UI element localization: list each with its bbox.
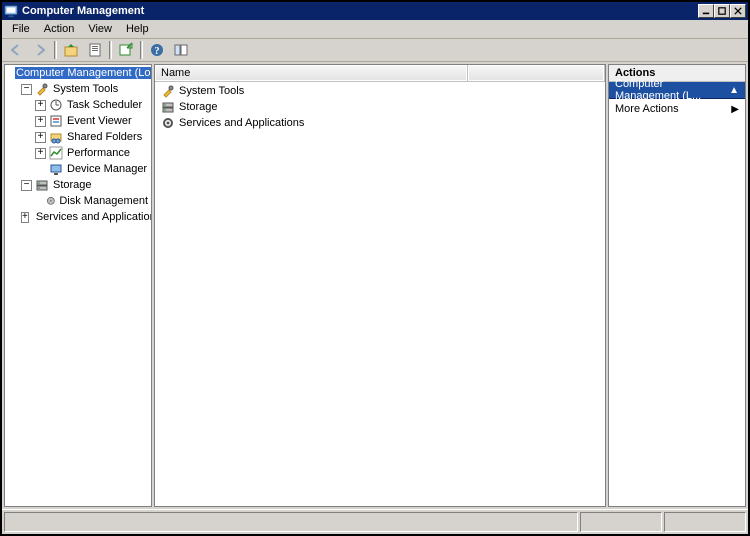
column-header-empty[interactable] bbox=[468, 65, 605, 82]
expand-icon[interactable]: + bbox=[35, 100, 46, 111]
tree-system-tools[interactable]: − System Tools bbox=[7, 81, 149, 97]
expand-icon[interactable]: + bbox=[35, 116, 46, 127]
status-well bbox=[664, 512, 746, 532]
tree-label: Performance bbox=[66, 147, 131, 159]
tree-label: Shared Folders bbox=[66, 131, 143, 143]
actions-section-header[interactable]: Computer Management (L... ▲ bbox=[609, 82, 745, 99]
tools-icon bbox=[161, 84, 175, 98]
tree-event-viewer[interactable]: + Event Viewer bbox=[7, 113, 149, 129]
properties-button[interactable] bbox=[83, 39, 107, 61]
back-button[interactable] bbox=[4, 39, 28, 61]
export-list-button[interactable] bbox=[114, 39, 138, 61]
menu-file[interactable]: File bbox=[6, 22, 38, 36]
toolbar: ? bbox=[2, 39, 748, 62]
menu-view[interactable]: View bbox=[82, 22, 120, 36]
device-manager-icon bbox=[49, 162, 63, 176]
menu-help[interactable]: Help bbox=[120, 22, 157, 36]
app-icon bbox=[4, 4, 18, 18]
console-tree[interactable]: Computer Management (Local) − System Too… bbox=[5, 65, 151, 225]
tree-storage[interactable]: − Storage bbox=[7, 177, 149, 193]
list-item[interactable]: Storage bbox=[157, 99, 603, 115]
storage-icon bbox=[35, 178, 49, 192]
tree-services-and-applications[interactable]: + Services and Applications bbox=[7, 209, 149, 225]
expand-icon[interactable]: + bbox=[35, 132, 46, 143]
tree-shared-folders[interactable]: + Shared Folders bbox=[7, 129, 149, 145]
tree-noexpander bbox=[35, 196, 43, 207]
performance-icon bbox=[49, 146, 63, 160]
menubar: File Action View Help bbox=[2, 20, 748, 39]
window-title: Computer Management bbox=[22, 5, 698, 17]
tree-root-label: Computer Management (Local) bbox=[15, 67, 152, 79]
close-button[interactable] bbox=[730, 4, 746, 18]
tree-label: Disk Management bbox=[58, 195, 149, 207]
help-button[interactable]: ? bbox=[145, 39, 169, 61]
tree-noexpander bbox=[35, 164, 46, 175]
tree-label: Device Manager bbox=[66, 163, 148, 175]
menu-action[interactable]: Action bbox=[38, 22, 83, 36]
titlebar[interactable]: Computer Management bbox=[2, 2, 748, 20]
tree-label: Task Scheduler bbox=[66, 99, 143, 111]
show-hide-console-tree-button[interactable] bbox=[169, 39, 193, 61]
up-button[interactable] bbox=[59, 39, 83, 61]
list-item-label: System Tools bbox=[179, 85, 244, 97]
mmc-window: Computer Management File Action View Hel… bbox=[0, 0, 750, 536]
clock-icon bbox=[49, 98, 63, 112]
tree-label: Storage bbox=[52, 179, 93, 191]
tree-label: Event Viewer bbox=[66, 115, 133, 127]
tree-task-scheduler[interactable]: + Task Scheduler bbox=[7, 97, 149, 113]
tree-label: System Tools bbox=[52, 83, 119, 95]
collapse-icon[interactable]: − bbox=[21, 84, 32, 95]
tools-icon bbox=[35, 82, 49, 96]
tree-performance[interactable]: + Performance bbox=[7, 145, 149, 161]
services-icon bbox=[161, 116, 175, 130]
result-list-pane: Name System Tools Storage Services and A… bbox=[154, 64, 606, 507]
collapse-up-icon: ▲ bbox=[729, 85, 739, 96]
list-item[interactable]: System Tools bbox=[157, 83, 603, 99]
list-item-label: Services and Applications bbox=[179, 117, 304, 129]
expand-icon[interactable]: + bbox=[21, 212, 29, 223]
list-header-row: Name bbox=[155, 65, 605, 81]
tree-device-manager[interactable]: Device Manager bbox=[7, 161, 149, 177]
toolbar-separator bbox=[140, 41, 143, 59]
list-item[interactable]: Services and Applications bbox=[157, 115, 603, 131]
disk-management-icon bbox=[46, 194, 56, 208]
tree-root[interactable]: Computer Management (Local) bbox=[7, 65, 149, 81]
console-tree-pane: Computer Management (Local) − System Too… bbox=[4, 64, 152, 507]
maximize-button[interactable] bbox=[714, 4, 730, 18]
toolbar-separator bbox=[109, 41, 112, 59]
event-viewer-icon bbox=[49, 114, 63, 128]
chevron-right-icon: ▶ bbox=[731, 104, 739, 115]
svg-text:?: ? bbox=[155, 46, 160, 57]
list-item-label: Storage bbox=[179, 101, 218, 113]
minimize-button[interactable] bbox=[698, 4, 714, 18]
result-list[interactable]: System Tools Storage Services and Applic… bbox=[155, 81, 605, 133]
toolbar-separator bbox=[54, 41, 57, 59]
column-header-name[interactable]: Name bbox=[155, 65, 468, 82]
statusbar bbox=[2, 509, 748, 534]
more-actions-label: More Actions bbox=[615, 103, 679, 115]
more-actions-item[interactable]: More Actions ▶ bbox=[609, 99, 745, 119]
expand-icon[interactable]: + bbox=[35, 148, 46, 159]
shared-folders-icon bbox=[49, 130, 63, 144]
status-well bbox=[580, 512, 662, 532]
collapse-icon[interactable]: − bbox=[21, 180, 32, 191]
actions-pane: Actions Computer Management (L... ▲ More… bbox=[608, 64, 746, 507]
forward-button[interactable] bbox=[28, 39, 52, 61]
status-well bbox=[4, 512, 578, 532]
tree-disk-management[interactable]: Disk Management bbox=[7, 193, 149, 209]
client-area: Computer Management (Local) − System Too… bbox=[2, 62, 748, 509]
storage-icon bbox=[161, 100, 175, 114]
tree-label: Services and Applications bbox=[35, 211, 152, 223]
